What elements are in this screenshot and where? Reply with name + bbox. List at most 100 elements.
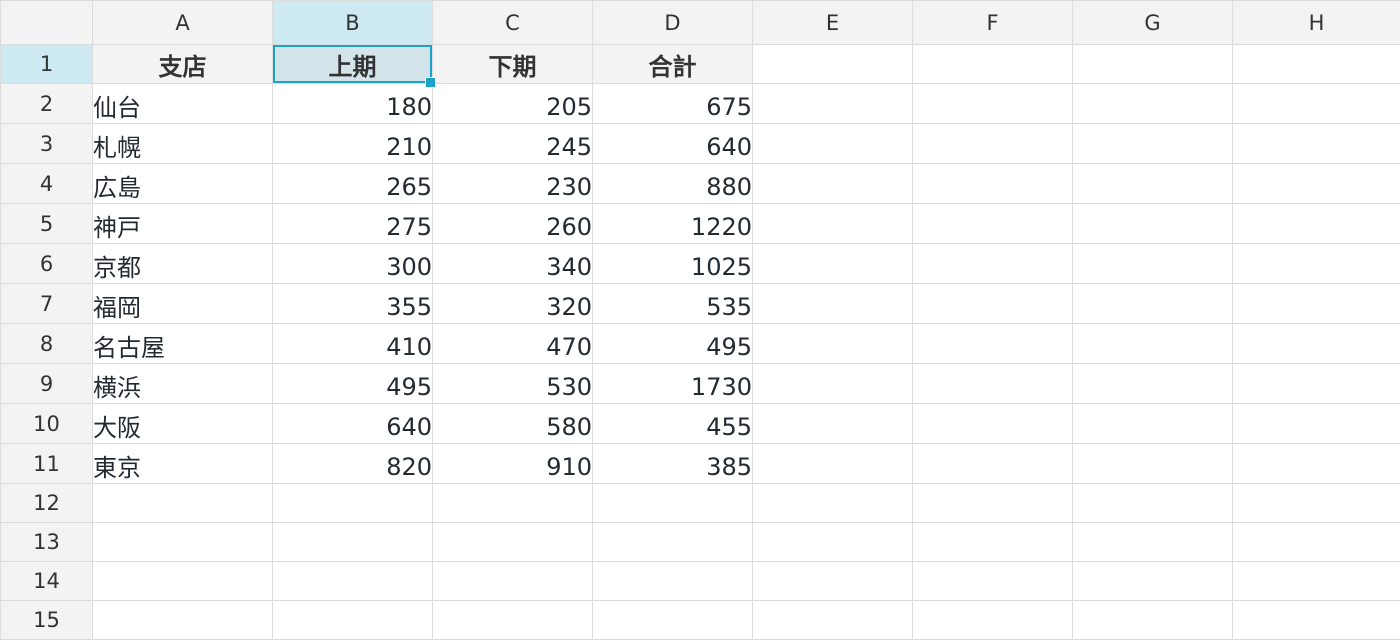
- cell-g13[interactable]: [1072, 522, 1233, 562]
- cell-g1[interactable]: [1072, 44, 1233, 84]
- cell-g9[interactable]: [1072, 363, 1233, 404]
- cell-a15[interactable]: [92, 600, 273, 640]
- cell-g8[interactable]: [1072, 323, 1233, 364]
- row-header-15[interactable]: 15: [0, 600, 93, 640]
- cell-h5[interactable]: [1232, 203, 1400, 244]
- cell-e1[interactable]: [752, 44, 913, 84]
- cell-b11[interactable]: 820: [272, 443, 433, 484]
- cell-e3[interactable]: [752, 123, 913, 164]
- cell-a12[interactable]: [92, 483, 273, 523]
- cell-f1[interactable]: [912, 44, 1073, 84]
- column-header-b[interactable]: B: [272, 0, 433, 45]
- cell-g4[interactable]: [1072, 163, 1233, 204]
- cell-d14[interactable]: [592, 561, 753, 601]
- row-header-13[interactable]: 13: [0, 522, 93, 562]
- cell-e7[interactable]: [752, 283, 913, 324]
- row-header-7[interactable]: 7: [0, 283, 93, 324]
- cell-h4[interactable]: [1232, 163, 1400, 204]
- cell-h9[interactable]: [1232, 363, 1400, 404]
- cell-d8[interactable]: 495: [592, 323, 753, 364]
- cell-a8[interactable]: 名古屋: [92, 323, 273, 364]
- cell-a4[interactable]: 広島: [92, 163, 273, 204]
- cell-g5[interactable]: [1072, 203, 1233, 244]
- cell-a3[interactable]: 札幌: [92, 123, 273, 164]
- cell-f11[interactable]: [912, 443, 1073, 484]
- cell-c5[interactable]: 260: [432, 203, 593, 244]
- cell-c14[interactable]: [432, 561, 593, 601]
- cell-c4[interactable]: 230: [432, 163, 593, 204]
- row-header-12[interactable]: 12: [0, 483, 93, 523]
- column-header-g[interactable]: G: [1072, 0, 1233, 45]
- cell-g6[interactable]: [1072, 243, 1233, 284]
- cell-a9[interactable]: 横浜: [92, 363, 273, 404]
- cell-f12[interactable]: [912, 483, 1073, 523]
- row-header-5[interactable]: 5: [0, 203, 93, 244]
- column-header-e[interactable]: E: [752, 0, 913, 45]
- cell-a1[interactable]: 支店: [92, 44, 273, 84]
- cell-b6[interactable]: 300: [272, 243, 433, 284]
- cell-h2[interactable]: [1232, 83, 1400, 124]
- cell-g10[interactable]: [1072, 403, 1233, 444]
- cell-b8[interactable]: 410: [272, 323, 433, 364]
- cell-b13[interactable]: [272, 522, 433, 562]
- column-header-a[interactable]: A: [92, 0, 273, 45]
- cell-a14[interactable]: [92, 561, 273, 601]
- cell-e15[interactable]: [752, 600, 913, 640]
- cell-h11[interactable]: [1232, 443, 1400, 484]
- cell-e4[interactable]: [752, 163, 913, 204]
- cell-f6[interactable]: [912, 243, 1073, 284]
- cell-g12[interactable]: [1072, 483, 1233, 523]
- cell-f2[interactable]: [912, 83, 1073, 124]
- cell-h15[interactable]: [1232, 600, 1400, 640]
- cell-c2[interactable]: 205: [432, 83, 593, 124]
- column-header-f[interactable]: F: [912, 0, 1073, 45]
- cell-c1[interactable]: 下期: [432, 44, 593, 84]
- cell-e12[interactable]: [752, 483, 913, 523]
- cell-b5[interactable]: 275: [272, 203, 433, 244]
- cell-e14[interactable]: [752, 561, 913, 601]
- cell-h13[interactable]: [1232, 522, 1400, 562]
- cell-e6[interactable]: [752, 243, 913, 284]
- column-header-d[interactable]: D: [592, 0, 753, 45]
- cell-e13[interactable]: [752, 522, 913, 562]
- row-header-3[interactable]: 3: [0, 123, 93, 164]
- cell-f7[interactable]: [912, 283, 1073, 324]
- cell-b9[interactable]: 495: [272, 363, 433, 404]
- fill-handle[interactable]: [425, 77, 436, 88]
- cell-g14[interactable]: [1072, 561, 1233, 601]
- cell-f4[interactable]: [912, 163, 1073, 204]
- cell-e11[interactable]: [752, 443, 913, 484]
- cell-h3[interactable]: [1232, 123, 1400, 164]
- cell-e8[interactable]: [752, 323, 913, 364]
- cell-e5[interactable]: [752, 203, 913, 244]
- cell-d12[interactable]: [592, 483, 753, 523]
- cell-h7[interactable]: [1232, 283, 1400, 324]
- cell-f9[interactable]: [912, 363, 1073, 404]
- cell-c10[interactable]: 580: [432, 403, 593, 444]
- cell-c15[interactable]: [432, 600, 593, 640]
- cell-e10[interactable]: [752, 403, 913, 444]
- cell-a11[interactable]: 東京: [92, 443, 273, 484]
- cell-d3[interactable]: 640: [592, 123, 753, 164]
- cell-f5[interactable]: [912, 203, 1073, 244]
- cell-d11[interactable]: 385: [592, 443, 753, 484]
- cell-f13[interactable]: [912, 522, 1073, 562]
- cell-c6[interactable]: 340: [432, 243, 593, 284]
- cell-a13[interactable]: [92, 522, 273, 562]
- row-header-10[interactable]: 10: [0, 403, 93, 444]
- row-header-2[interactable]: 2: [0, 83, 93, 124]
- column-header-c[interactable]: C: [432, 0, 593, 45]
- cell-c12[interactable]: [432, 483, 593, 523]
- cell-a5[interactable]: 神戸: [92, 203, 273, 244]
- row-header-1[interactable]: 1: [0, 44, 93, 84]
- cell-f8[interactable]: [912, 323, 1073, 364]
- cell-b7[interactable]: 355: [272, 283, 433, 324]
- cell-c8[interactable]: 470: [432, 323, 593, 364]
- cell-a2[interactable]: 仙台: [92, 83, 273, 124]
- cell-d13[interactable]: [592, 522, 753, 562]
- cell-f14[interactable]: [912, 561, 1073, 601]
- cell-d15[interactable]: [592, 600, 753, 640]
- column-header-h[interactable]: H: [1232, 0, 1400, 45]
- cell-g11[interactable]: [1072, 443, 1233, 484]
- cell-g7[interactable]: [1072, 283, 1233, 324]
